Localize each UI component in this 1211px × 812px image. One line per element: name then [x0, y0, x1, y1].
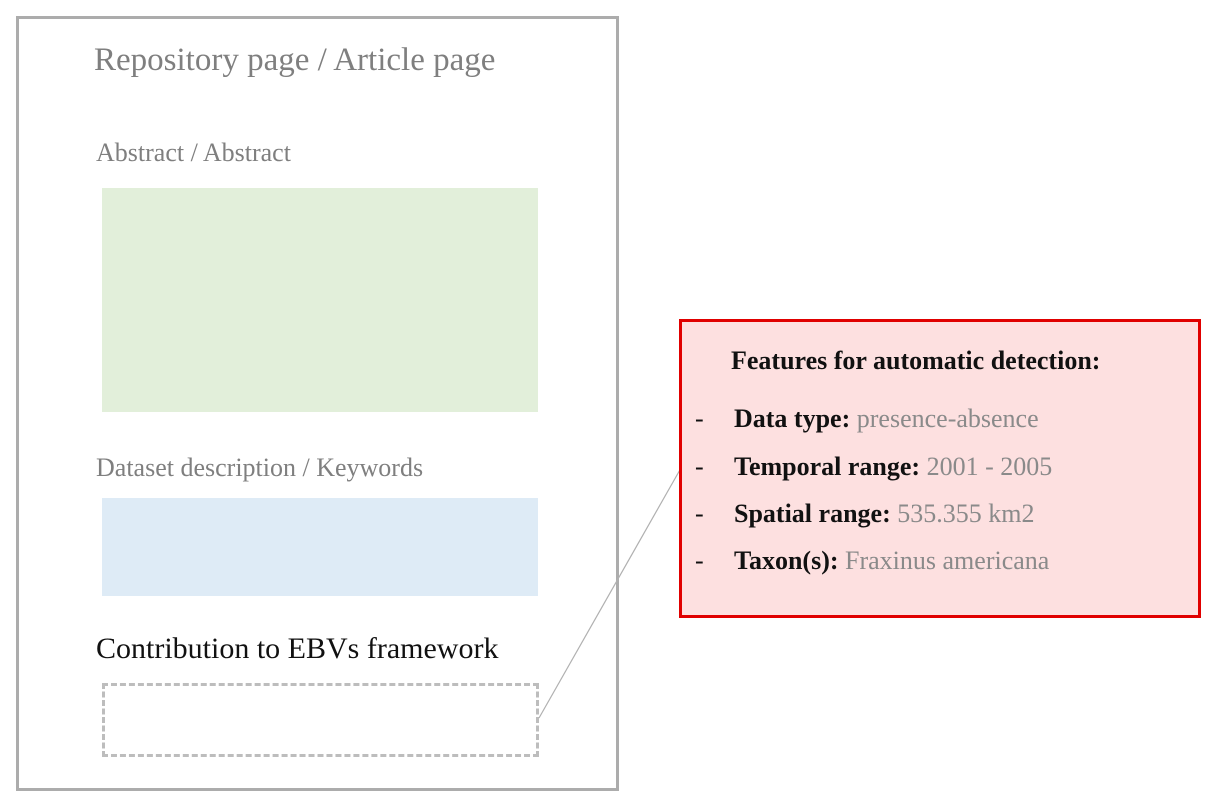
feature-key: Spatial range:: [734, 499, 891, 528]
dataset-description-block: [102, 498, 538, 596]
dataset-description-label: Dataset description / Keywords: [96, 453, 424, 482]
features-title: Features for automatic detection:: [731, 346, 1101, 375]
feature-value: 535.355 km2: [897, 499, 1035, 528]
abstract-block: [102, 188, 538, 412]
contribution-placeholder-box: [102, 683, 539, 757]
feature-text: Spatial range: 535.355 km2: [734, 499, 1034, 529]
feature-key: Taxon(s):: [734, 546, 839, 575]
feature-text: Taxon(s): Fraxinus americana: [734, 546, 1049, 576]
page-title: Repository page / Article page: [94, 42, 496, 78]
feature-value: 2001 - 2005: [926, 452, 1053, 481]
bullet-dash: -: [695, 404, 704, 433]
abstract-label: Abstract / Abstract: [96, 138, 291, 167]
contribution-label: Contribution to EBVs framework: [96, 632, 499, 665]
feature-value: presence-absence: [856, 404, 1039, 433]
feature-value: Fraxinus americana: [845, 546, 1050, 575]
feature-text: Data type: presence-absence: [734, 404, 1039, 434]
bullet-dash: -: [695, 546, 704, 575]
features-box: Features for automatic detection: - Data…: [679, 319, 1201, 618]
feature-key: Temporal range:: [734, 452, 921, 481]
feature-text: Temporal range: 2001 - 2005: [734, 452, 1052, 482]
bullet-dash: -: [695, 499, 704, 528]
feature-key: Data type:: [734, 404, 851, 433]
bullet-dash: -: [695, 452, 704, 481]
